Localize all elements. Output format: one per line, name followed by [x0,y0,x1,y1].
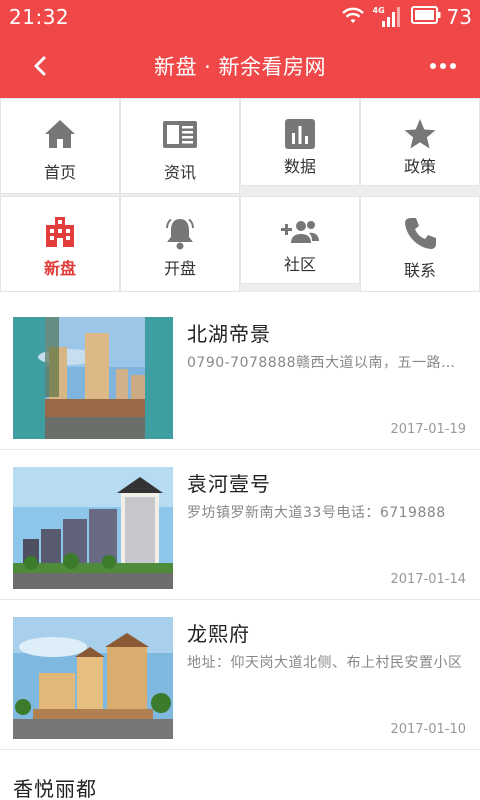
property-description: 0790-7078888赣西大道以南，五一路以西 [187,355,467,371]
battery-level: 73 [446,5,472,29]
more-dots-icon [430,63,456,69]
property-image [13,467,173,589]
property-name: 袁河壹号 [187,472,271,496]
back-button[interactable] [22,50,58,82]
network-type-label: 4G [372,6,385,15]
nav-label: 社区 [283,255,316,274]
nav-item-news[interactable]: 资讯 [120,98,240,194]
app-header: 新盘 · 新余看房网 [0,34,480,98]
wifi-icon [341,5,365,29]
data-chart-icon [285,119,315,149]
building-icon [46,217,74,247]
more-button[interactable] [426,54,460,78]
status-bar: 21:32 4G 73 [0,0,480,34]
status-time: 21:32 [9,5,70,29]
news-icon [163,121,197,148]
property-description: 罗坊镇罗新南大道33号电话：6719888 [187,505,446,521]
star-icon [404,119,436,149]
nav-label: 首页 [43,163,76,182]
nav-item-new-homes[interactable]: 新盘 [0,196,120,292]
page-title: 新盘 · 新余看房网 [153,55,327,79]
property-name[interactable]: 香悦丽都 [13,773,97,800]
status-icons: 4G 73 [333,4,472,30]
property-date: 2017-01-14 [390,572,466,587]
category-nav-grid: 首页 资讯 数据 政策 新盘 开盘 社区 联系 [0,98,480,292]
nav-item-community[interactable]: 社区 [240,196,360,284]
property-image [13,317,173,439]
phone-icon [405,218,436,249]
chevron-left-icon [34,56,46,76]
add-community-icon [281,221,319,243]
property-date: 2017-01-10 [390,722,466,737]
property-name: 龙熙府 [187,622,250,646]
bell-icon [166,218,194,250]
property-date: 2017-01-19 [390,422,466,437]
cellular-signal-icon: 4G [373,6,403,28]
nav-label: 开盘 [163,259,196,278]
nav-label: 新盘 [43,259,76,278]
property-description: 地址：仰天岗大道北侧、布上村民安置小区 [187,655,463,671]
nav-item-data[interactable]: 数据 [240,98,360,186]
nav-label: 数据 [283,157,316,176]
nav-label: 政策 [403,157,436,176]
property-image [13,617,173,739]
nav-item-contact[interactable]: 联系 [360,196,480,292]
nav-item-policy[interactable]: 政策 [360,98,480,186]
nav-item-home[interactable]: 首页 [0,98,120,194]
battery-icon [410,6,441,28]
nav-label: 联系 [403,261,436,280]
property-name: 北湖帝景 [187,322,271,346]
home-icon [45,120,75,148]
nav-label: 资讯 [163,163,196,182]
list-item[interactable]: 袁河壹号 罗坊镇罗新南大道33号电话：6719888 2017-01-14 [0,450,480,600]
nav-item-opening[interactable]: 开盘 [120,196,240,292]
list-item[interactable]: 北湖帝景 0790-7078888赣西大道以南，五一路以西 2017-01-19 [0,300,480,450]
list-item[interactable]: 龙熙府 地址：仰天岗大道北侧、布上村民安置小区 2017-01-10 [0,600,480,750]
